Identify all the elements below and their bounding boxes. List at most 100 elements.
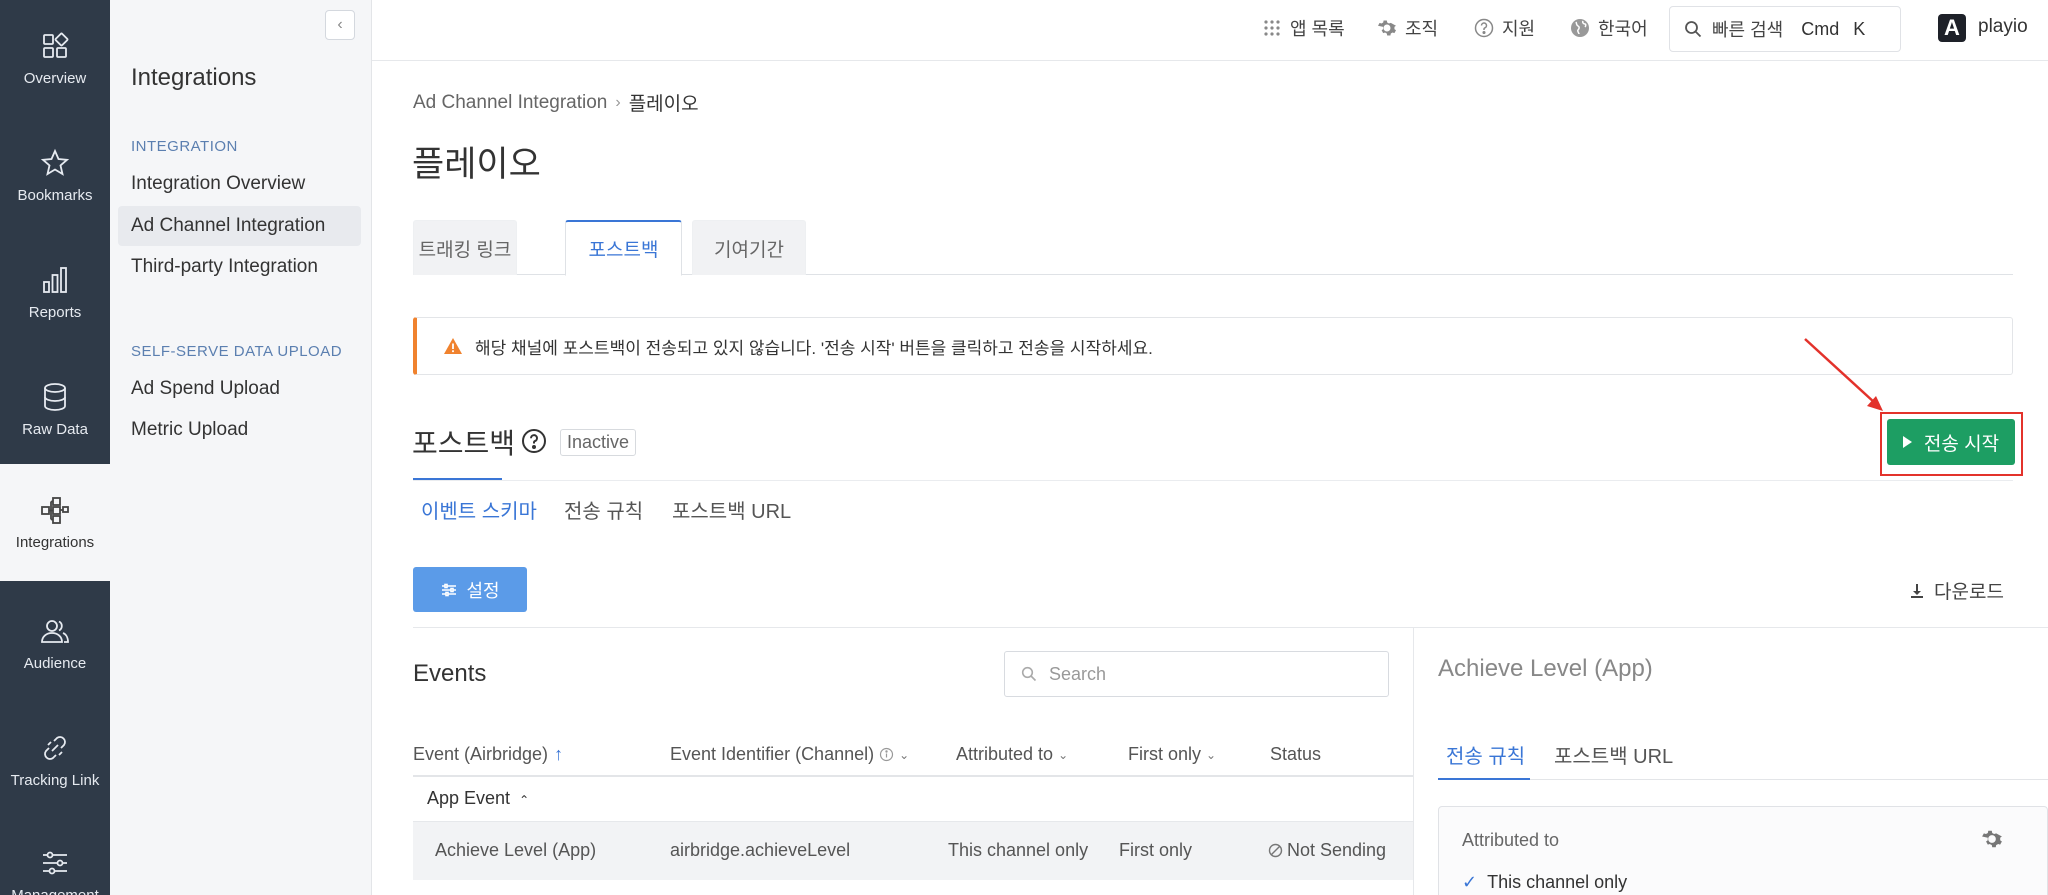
rail-label: Integrations [15, 534, 95, 551]
events-title: Events [413, 660, 487, 687]
rail-item-raw-data[interactable]: Raw Data [0, 351, 110, 468]
rail-item-reports[interactable]: Reports [0, 234, 110, 351]
column-header-status: Status [1270, 744, 1321, 765]
detail-panel-title: Achieve Level (App) [1438, 655, 1653, 682]
language-label: 한국어 [1598, 19, 1648, 39]
page-title: 플레이오 [412, 145, 541, 184]
card-label: Attributed to [1462, 830, 1560, 850]
language-menu[interactable]: 한국어 [1570, 16, 1648, 40]
status-badge: Inactive [560, 429, 637, 456]
chevron-down-icon: ⌄ [1206, 747, 1217, 762]
breadcrumb-separator: › [615, 93, 621, 111]
warning-icon [444, 338, 462, 354]
rail-item-bookmarks[interactable]: Bookmarks [0, 117, 110, 234]
sidebar-item-metric-upload[interactable]: Metric Upload [118, 410, 361, 450]
rail-label: Overview [23, 70, 87, 87]
link-icon [44, 736, 66, 760]
column-header-identifier-label: Event Identifier (Channel) [670, 744, 875, 764]
events-search-input[interactable]: Search [1004, 651, 1389, 697]
gear-icon[interactable] [1981, 828, 2003, 850]
rail-item-integrations[interactable]: Integrations [0, 464, 110, 581]
subtab-send-rules[interactable]: 전송 규칙 [564, 495, 643, 534]
top-bar: 앱 목록 조직 지원 한국어 빠른 검색 Cmd K A playio [372, 0, 2048, 61]
search-icon [1021, 666, 1037, 682]
divider [413, 627, 2048, 628]
rail-label: Audience [23, 655, 87, 672]
overview-icon [43, 32, 69, 58]
column-header-attributed[interactable]: Attributed to ⌄ [956, 744, 1068, 765]
panel-tab-send-rules[interactable]: 전송 규칙 [1446, 740, 1525, 769]
quick-search-label: 빠른 검색 [1712, 20, 1784, 40]
postback-section-title: 포스트백 [412, 428, 516, 459]
column-header-attributed-label: Attributed to [956, 744, 1054, 764]
cell-status: Not Sending [1268, 840, 1386, 861]
sliders-icon [442, 583, 457, 596]
sidebar-title: Integrations [131, 64, 257, 91]
subtab-postback-url[interactable]: 포스트백 URL [672, 495, 791, 534]
apps-menu[interactable]: 앱 목록 [1262, 16, 1345, 40]
rail-label: Management [11, 887, 99, 895]
sidebar-item-integration-overview[interactable]: Integration Overview [118, 164, 361, 204]
bar-chart-icon [43, 267, 67, 293]
column-header-event[interactable]: Event (Airbridge) ↑ [413, 744, 563, 765]
info-icon [880, 747, 894, 762]
blocked-icon [1268, 843, 1283, 858]
column-header-identifier[interactable]: Event Identifier (Channel) ⌄ [670, 744, 909, 765]
rail-item-overview[interactable]: Overview [0, 0, 110, 117]
rail-item-tracking-link[interactable]: Tracking Link [0, 702, 110, 819]
tab-postback[interactable]: 포스트백 [565, 220, 682, 276]
download-icon [1911, 583, 1923, 598]
cell-identifier: airbridge.achieveLevel [670, 840, 851, 860]
gear-icon [1378, 20, 1396, 36]
help-icon[interactable] [521, 428, 547, 454]
card-value-label: This channel only [1487, 872, 1628, 892]
apps-label: 앱 목록 [1290, 19, 1345, 39]
settings-button[interactable]: 설정 [413, 567, 527, 612]
panel-tab-active-indicator [1438, 778, 1530, 780]
panel-tab-postback-url[interactable]: 포스트백 URL [1554, 740, 1673, 769]
star-icon [40, 148, 70, 176]
settings-label: 설정 [466, 580, 500, 601]
download-button[interactable]: 다운로드 [1908, 577, 2004, 604]
alert-message: 해당 채널에 포스트백이 전송되고 있지 않습니다. '전송 시작' 버튼을 클… [475, 338, 1153, 358]
org-label: 조직 [1405, 19, 1439, 39]
breadcrumb-current: 플레이오 [628, 94, 699, 115]
sidebar-collapse-button[interactable]: ‹ [325, 10, 355, 40]
column-header-status-label: Status [1270, 744, 1322, 764]
sidebar-section-integration: INTEGRATION [131, 138, 238, 155]
tab-tracking-link[interactable]: 트래킹 링크 [413, 220, 517, 275]
sidebar-item-ad-channel-integration[interactable]: Ad Channel Integration [118, 206, 361, 246]
database-icon [44, 383, 66, 411]
start-sending-label: 전송 시작 [1923, 433, 2000, 455]
rail-label: Raw Data [22, 421, 88, 438]
account-menu[interactable]: playio [1978, 16, 2028, 38]
rail-label: Reports [28, 304, 82, 321]
rail-item-management[interactable]: Management [0, 817, 110, 895]
brand-logo: A [1938, 14, 1966, 42]
sidebar-item-ad-spend-upload[interactable]: Ad Spend Upload [118, 369, 361, 409]
start-sending-button[interactable]: 전송 시작 [1887, 419, 2015, 465]
column-header-first-only-label: First only [1128, 744, 1202, 764]
subtab-event-schema[interactable]: 이벤트 스키마 [421, 495, 537, 534]
cell-event: Achieve Level (App) [435, 840, 597, 860]
sidebar-item-third-party-integration[interactable]: Third-party Integration [118, 247, 361, 287]
check-icon: ✓ [1462, 872, 1478, 892]
breadcrumb-parent-link[interactable]: Ad Channel Integration [413, 92, 607, 114]
chevron-up-icon: ⌃ [519, 793, 530, 807]
rail-item-audience[interactable]: Audience [0, 585, 110, 702]
org-menu[interactable]: 조직 [1377, 16, 1438, 40]
breadcrumb: Ad Channel Integration › 플레이오 [413, 89, 699, 116]
group-label: App Event [427, 788, 511, 808]
chevron-down-icon: ⌄ [899, 747, 910, 762]
search-icon [1685, 21, 1702, 38]
support-menu[interactable]: 지원 [1474, 16, 1535, 40]
search-placeholder: Search [1049, 663, 1107, 684]
quick-search-button[interactable]: 빠른 검색 Cmd K [1669, 6, 1901, 52]
tab-attribution-window[interactable]: 기여기간 [692, 220, 806, 275]
card-value: ✓ This channel only [1462, 872, 1627, 893]
column-header-first-only[interactable]: First only ⌄ [1128, 744, 1216, 765]
users-icon [41, 620, 69, 643]
group-row-app-event[interactable]: App Event ⌃ [427, 788, 529, 809]
panel-divider [1413, 628, 1414, 895]
integrations-sidebar: Integrations INTEGRATION Integration Ove… [110, 0, 372, 895]
